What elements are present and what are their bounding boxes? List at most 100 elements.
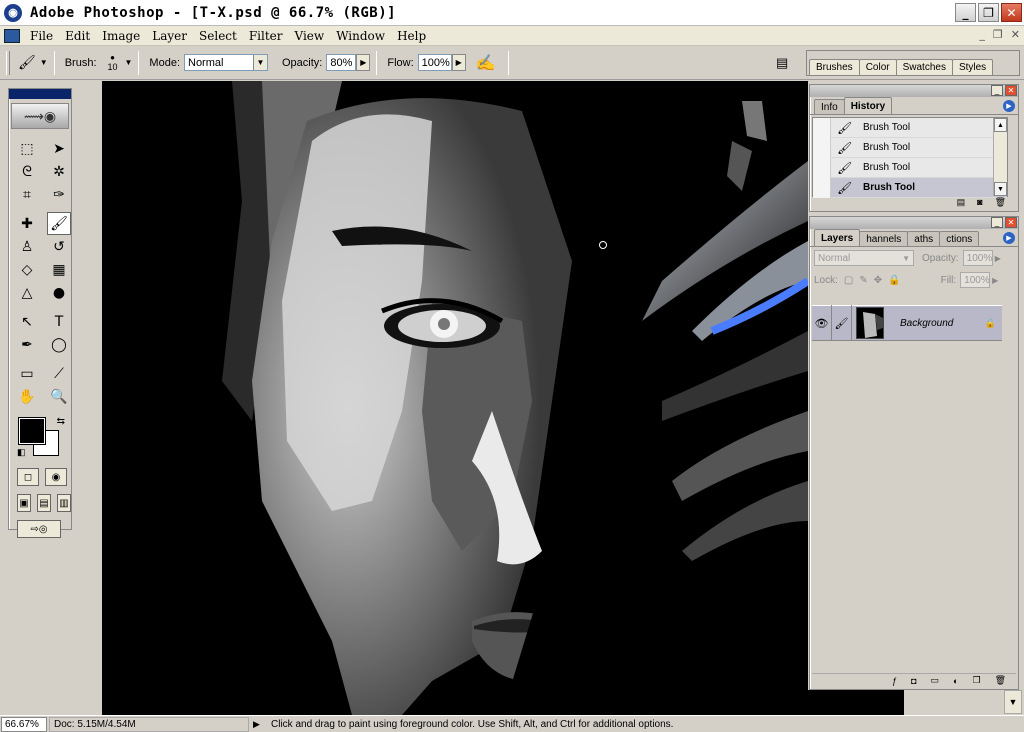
hand-tool-icon[interactable]: ✋ <box>15 385 39 408</box>
brush-dropdown-icon[interactable]: ▼ <box>125 58 133 67</box>
layers-close-icon[interactable]: ✕ <box>1005 217 1017 228</box>
document-canvas[interactable] <box>102 81 808 715</box>
healing-brush-tool-icon[interactable]: ✚ <box>15 212 39 235</box>
menu-select[interactable]: Select <box>193 29 243 43</box>
brush-picker[interactable]: ● 10 <box>103 53 123 72</box>
lock-transparency-icon[interactable]: ▢ <box>844 275 853 286</box>
toolbox-titlebar[interactable] <box>9 89 71 99</box>
blend-mode-select[interactable]: Normal ▼ <box>814 250 914 266</box>
history-menu-icon[interactable]: ▶ <box>1003 100 1015 112</box>
full-screen-menu-mode-icon[interactable]: ▤ <box>37 494 51 512</box>
history-scrollbar[interactable]: ▲ ▼ <box>993 118 1007 196</box>
tab-info[interactable]: Info <box>814 99 845 114</box>
foreground-color-swatch[interactable] <box>18 417 46 445</box>
workspace-scroll-down-icon[interactable]: ▼ <box>1004 690 1022 714</box>
tab-history[interactable]: History <box>843 97 893 114</box>
history-panel-titlebar[interactable]: _ ✕ <box>810 85 1018 97</box>
minimize-button[interactable]: _ <box>955 3 976 22</box>
new-snapshot-icon[interactable]: ◙ <box>977 197 982 207</box>
history-item[interactable]: 🖌 Brush Tool <box>813 117 1007 138</box>
default-colors-icon[interactable]: ◧ <box>17 447 26 458</box>
menu-help[interactable]: Help <box>391 29 432 43</box>
history-item[interactable]: 🖌 Brush Tool <box>813 137 1007 158</box>
new-layer-set-icon[interactable]: ▭ <box>931 675 940 686</box>
snapshot-source-checkbox[interactable] <box>813 157 831 178</box>
options-grip[interactable] <box>6 50 10 75</box>
menu-edit[interactable]: Edit <box>59 29 96 43</box>
quick-mask-mode-icon[interactable]: ◉ <box>45 468 67 486</box>
opacity-slider-button[interactable]: ▶ <box>356 54 371 71</box>
layers-panel-titlebar[interactable]: _ ✕ <box>810 217 1018 229</box>
eyedropper-tool-icon[interactable]: ⟋ <box>47 362 71 385</box>
layer-row-background[interactable]: 👁 🖌 Background 🔒 <box>812 305 1002 341</box>
pen-tool-icon[interactable]: ✒ <box>15 333 39 356</box>
history-item[interactable]: 🖌 Brush Tool <box>813 157 1007 178</box>
delete-state-icon[interactable]: 🗑 <box>995 197 1006 208</box>
doc-minimize-icon[interactable]: _ <box>979 28 985 41</box>
move-tool-icon[interactable]: ➤ <box>47 137 71 160</box>
flow-input[interactable]: 100% <box>417 54 452 71</box>
doc-restore-icon[interactable]: ❐ <box>993 28 1003 41</box>
well-tab-color[interactable]: Color <box>858 59 897 75</box>
dodge-tool-icon[interactable]: ● <box>47 281 71 304</box>
opacity-input[interactable]: 80% <box>326 54 357 71</box>
brush-tool-preset-icon[interactable]: 🖌 <box>18 54 36 71</box>
shape-tool-icon[interactable]: ◯ <box>47 333 71 356</box>
palette-menu-icon[interactable]: ▤ <box>776 55 788 71</box>
preset-dropdown-icon[interactable]: ▼ <box>40 58 48 67</box>
lock-position-icon[interactable]: ✥ <box>874 275 882 286</box>
history-minimize-icon[interactable]: _ <box>991 85 1003 96</box>
layer-visibility-eye-icon[interactable]: 👁 <box>812 305 832 341</box>
brush-tool-icon[interactable]: 🖌 <box>47 212 71 235</box>
well-tab-brushes[interactable]: Brushes <box>809 59 860 75</box>
photoshop-eye-icon[interactable]: ◉ <box>4 3 22 22</box>
swap-colors-icon[interactable]: ⇆ <box>57 416 65 427</box>
new-document-from-state-icon[interactable]: ▤ <box>957 197 966 208</box>
add-layer-mask-icon[interactable]: ◘ <box>911 676 916 686</box>
slice-tool-icon[interactable]: ✑ <box>47 183 71 206</box>
layers-menu-icon[interactable]: ▶ <box>1003 232 1015 244</box>
menu-file[interactable]: File <box>24 29 59 43</box>
magic-wand-tool-icon[interactable]: ✲ <box>47 160 71 183</box>
tab-paths[interactable]: aths <box>907 231 941 246</box>
layer-opacity-arrow-icon[interactable]: ▶ <box>995 254 1001 263</box>
status-menu-arrow-icon[interactable]: ▶ <box>253 719 265 730</box>
airbrush-icon[interactable]: ✍ <box>476 53 496 73</box>
path-selection-tool-icon[interactable]: ↖ <box>15 310 39 333</box>
snapshot-source-checkbox[interactable] <box>813 137 831 158</box>
history-brush-tool-icon[interactable]: ↺ <box>47 235 71 258</box>
tab-actions[interactable]: ctions <box>939 231 980 246</box>
menu-image[interactable]: Image <box>96 29 146 43</box>
lock-all-icon[interactable]: 🔒 <box>888 275 900 286</box>
jump-to-imageready-icon[interactable]: ⇨◎ <box>17 520 61 538</box>
menu-view[interactable]: View <box>289 29 331 43</box>
clone-stamp-tool-icon[interactable]: ♙ <box>15 235 39 258</box>
crop-tool-icon[interactable]: ⌗ <box>15 183 39 206</box>
tab-channels[interactable]: hannels <box>859 231 909 246</box>
notes-tool-icon[interactable]: ▭ <box>15 362 39 385</box>
close-button[interactable]: ✕ <box>1001 3 1022 22</box>
new-layer-icon[interactable]: ❐ <box>972 675 980 686</box>
fill-arrow-icon[interactable]: ▶ <box>992 276 998 285</box>
history-close-icon[interactable]: ✕ <box>1005 85 1017 96</box>
standard-screen-mode-icon[interactable]: ▣ <box>17 494 31 512</box>
document-size-info[interactable]: Doc: 5.15M/4.54M <box>49 716 249 732</box>
adobe-online-icon[interactable]: ⟿◉ <box>11 103 69 129</box>
layer-opacity-input[interactable]: 100% <box>962 250 993 266</box>
flow-slider-button[interactable]: ▶ <box>451 54 466 71</box>
mode-dropdown-icon[interactable]: ▼ <box>253 55 267 70</box>
menu-filter[interactable]: Filter <box>243 29 289 43</box>
well-tab-styles[interactable]: Styles <box>951 59 994 75</box>
zoom-tool-icon[interactable]: 🔍 <box>47 385 71 408</box>
marquee-tool-icon[interactable]: ⬚ <box>15 137 39 160</box>
restore-button[interactable]: ❐ <box>978 3 999 22</box>
full-screen-mode-icon[interactable]: ▥ <box>57 494 71 512</box>
fill-input[interactable]: 100% <box>960 272 991 288</box>
gradient-tool-icon[interactable]: ▦ <box>47 258 71 281</box>
add-layer-style-icon[interactable]: ƒ <box>892 676 897 686</box>
standard-mode-icon[interactable]: ◻ <box>17 468 39 486</box>
menu-window[interactable]: Window <box>330 29 391 43</box>
scroll-down-icon[interactable]: ▼ <box>994 182 1007 196</box>
doc-close-icon[interactable]: ✕ <box>1011 28 1020 41</box>
scroll-up-icon[interactable]: ▲ <box>994 118 1007 132</box>
